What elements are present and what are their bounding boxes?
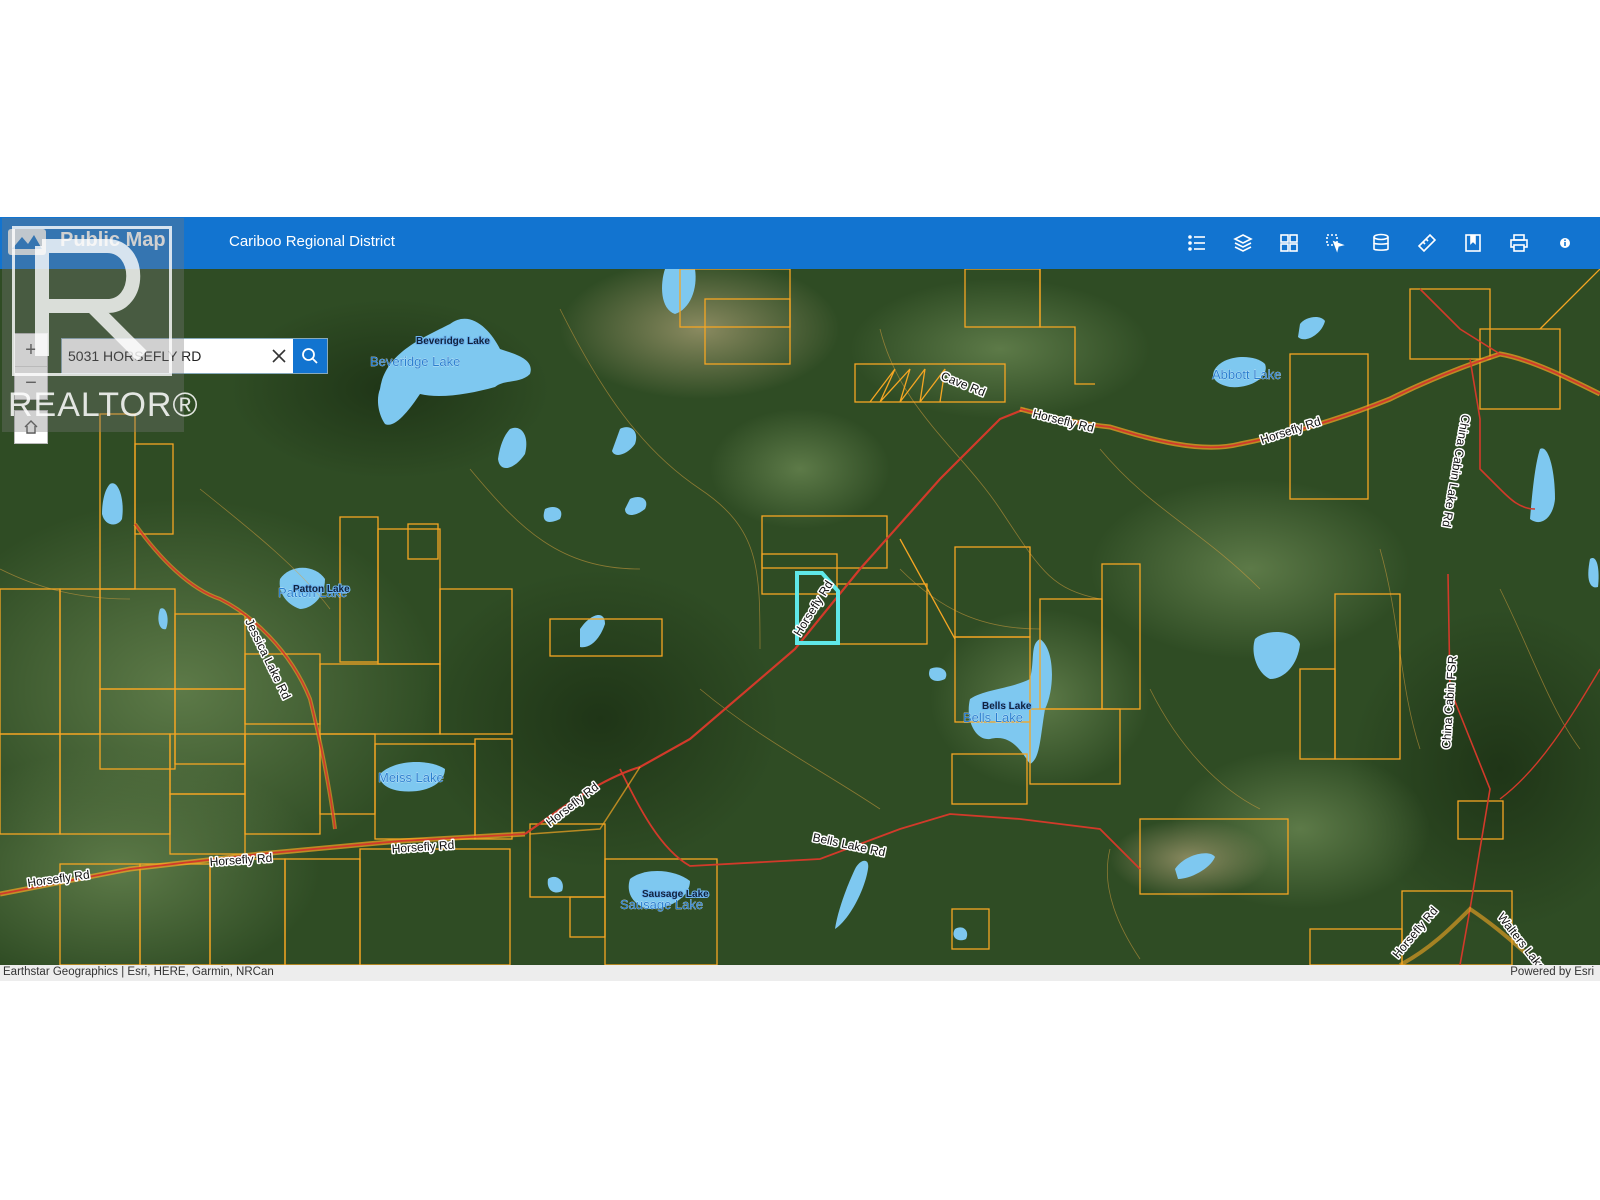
powered-by[interactable]: Powered by Esri — [1510, 966, 1594, 978]
bookmark-icon[interactable] — [1450, 217, 1496, 269]
map-app: Public Map Cariboo Regional District Bev… — [0, 217, 1600, 981]
query-icon[interactable] — [1358, 217, 1404, 269]
abbott-lake-label: Abbott Lake — [1212, 367, 1281, 382]
layers-icon[interactable] — [1220, 217, 1266, 269]
toolbar — [1174, 217, 1588, 269]
beveridge-lake-tag: Beveridge Lake — [416, 336, 490, 347]
bells-lake-label: Bells Lake — [963, 710, 1023, 725]
measure-icon[interactable] — [1404, 217, 1450, 269]
search-icon — [302, 348, 318, 364]
realtor-text: REALTOR® — [8, 386, 199, 424]
bells-lake-tag: Bells Lake — [982, 701, 1032, 712]
close-icon — [272, 349, 286, 363]
info-icon[interactable] — [1542, 217, 1588, 269]
beveridge-lake-label: Beveridge Lake — [370, 354, 460, 369]
patton-lake-tag: Patton Lake — [293, 584, 350, 595]
map-view[interactable]: Beveridge Lake Abbott Lake Patton Lake M… — [0, 269, 1600, 965]
attribution-sources: Earthstar Geographics | Esri, HERE, Garm… — [3, 966, 274, 978]
district-name: Cariboo Regional District — [229, 233, 395, 250]
realtor-watermark: REALTOR® — [2, 218, 198, 432]
print-icon[interactable] — [1496, 217, 1542, 269]
map-attribution: Earthstar Geographics | Esri, HERE, Garm… — [0, 965, 1600, 981]
clear-search-button[interactable] — [262, 339, 296, 373]
realtor-logo-icon — [12, 226, 172, 376]
search-button[interactable] — [293, 339, 327, 373]
top-bar: Public Map Cariboo Regional District — [0, 217, 1600, 269]
legend-icon[interactable] — [1174, 217, 1220, 269]
select-icon[interactable] — [1312, 217, 1358, 269]
meiss-lake-label: Meiss Lake — [378, 770, 444, 785]
basemap-gallery-icon[interactable] — [1266, 217, 1312, 269]
sausage-lake-tag: Sausage Lake — [642, 889, 709, 900]
